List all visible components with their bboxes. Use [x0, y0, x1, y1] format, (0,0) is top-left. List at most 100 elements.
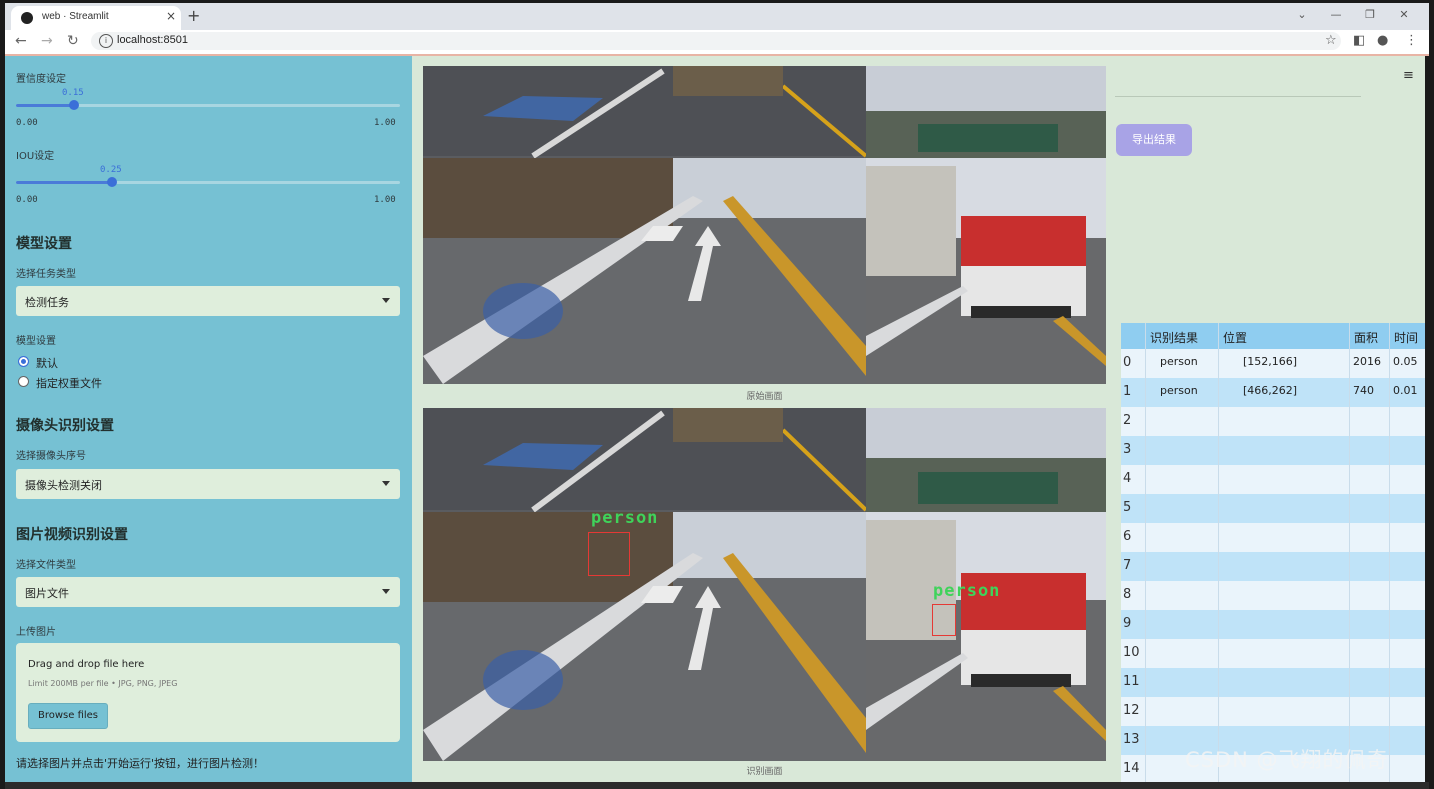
table-row[interactable]: 10 — [1121, 639, 1425, 668]
iou-slider[interactable] — [16, 177, 400, 187]
browser-tab[interactable]: web · Streamlit × — [11, 6, 181, 30]
table-row[interactable]: 1 person [466,262] 740 0.01 — [1121, 378, 1425, 407]
confidence-slider[interactable] — [16, 100, 400, 110]
file-dropzone[interactable]: Drag and drop file here Limit 200MB per … — [16, 643, 400, 742]
table-header: 识别结果 位置 面积 时间 — [1121, 323, 1425, 349]
original-caption: 原始画面 — [746, 392, 783, 402]
table-cell-time: 0.05 — [1393, 355, 1418, 368]
bookmark-star-icon[interactable]: ☆ — [1325, 33, 1337, 48]
radio-custom-weights-label: 指定权重文件 — [36, 377, 102, 390]
table-cell-result: person — [1146, 378, 1219, 407]
url-field[interactable]: i localhost:8501 — [91, 32, 1341, 50]
table-row[interactable]: 2 — [1121, 407, 1425, 436]
table-row[interactable]: 3 — [1121, 436, 1425, 465]
header-time[interactable]: 时间 — [1390, 323, 1425, 349]
detection-box-1 — [932, 604, 956, 636]
table-cell-area — [1350, 436, 1390, 465]
filetype-label: 选择文件类型 — [16, 560, 76, 571]
table-cell-area — [1350, 552, 1390, 581]
table-row[interactable]: 8 — [1121, 581, 1425, 610]
header-area[interactable]: 面积 — [1350, 323, 1390, 349]
export-results-button[interactable]: 导出结果 — [1116, 124, 1192, 156]
table-cell-time: 0.01 — [1393, 384, 1418, 397]
detected-caption: 识别画面 — [746, 767, 783, 777]
detected-road-scene — [423, 408, 1106, 761]
table-row[interactable]: 5 — [1121, 494, 1425, 523]
table-cell-pos — [1219, 523, 1350, 552]
browser-menu-icon[interactable]: ⋮ — [1405, 33, 1418, 48]
camera-select[interactable]: 摄像头检测关闭 — [16, 469, 400, 499]
restore-button[interactable]: ❐ — [1353, 8, 1387, 21]
tab-close-icon[interactable]: × — [166, 9, 176, 23]
table-cell-pos — [1219, 668, 1350, 697]
hamburger-menu-icon[interactable]: ≡ — [1403, 68, 1414, 83]
table-row[interactable]: 7 — [1121, 552, 1425, 581]
table-row[interactable]: 12 — [1121, 697, 1425, 726]
table-cell-result — [1146, 494, 1219, 523]
reload-icon[interactable]: ↻ — [67, 33, 79, 49]
filetype-select[interactable]: 图片文件 — [16, 577, 400, 607]
csdn-watermark: CSDN @飞翔的佩奇 — [1185, 748, 1389, 772]
back-arrow-icon[interactable]: ← — [15, 33, 27, 49]
confidence-label: 置信度设定 — [16, 74, 66, 85]
new-tab-button[interactable]: + — [187, 6, 200, 25]
table-row[interactable]: 11 — [1121, 668, 1425, 697]
profile-avatar-icon[interactable]: ● — [1377, 33, 1388, 48]
header-position[interactable]: 位置 — [1219, 323, 1350, 349]
url-text: localhost:8501 — [117, 34, 188, 46]
site-info-icon[interactable]: i — [99, 34, 113, 48]
confidence-slider-thumb[interactable] — [68, 100, 79, 110]
table-cell-result — [1146, 407, 1219, 436]
table-cell-idx: 6 — [1121, 523, 1146, 552]
header-result[interactable]: 识别结果 — [1146, 323, 1219, 349]
confidence-value: 0.15 — [62, 88, 84, 98]
table-cell-idx: 11 — [1121, 668, 1146, 697]
sidebar: 置信度设定 0.15 0.00 1.00 IOU设定 0.25 0.00 1.0… — [5, 56, 412, 782]
original-image — [423, 66, 1106, 384]
table-cell-time — [1390, 755, 1425, 782]
table-cell-area — [1350, 407, 1390, 436]
table-cell-idx: 8 — [1121, 581, 1146, 610]
table-cell-time — [1390, 552, 1425, 581]
detection-box-0 — [588, 532, 630, 576]
close-window-button[interactable]: ✕ — [1387, 8, 1421, 21]
camera-heading: 摄像头识别设置 — [16, 418, 114, 434]
taskbar-strip — [5, 782, 1429, 789]
tab-search-icon[interactable]: ⌄ — [1285, 8, 1319, 21]
table-cell-area — [1350, 465, 1390, 494]
results-table[interactable]: 识别结果 位置 面积 时间 0 person [152,166] 2016 0.05 1 p… — [1121, 323, 1425, 782]
task-label: 选择任务类型 — [16, 269, 76, 280]
browse-files-button[interactable]: Browse files — [28, 703, 108, 729]
table-row[interactable]: 9 — [1121, 610, 1425, 639]
chevron-down-icon — [382, 481, 390, 486]
table-cell-result — [1146, 610, 1219, 639]
upload-label: 上传图片 — [16, 627, 56, 638]
table-cell-idx: 2 — [1121, 407, 1146, 436]
media-heading: 图片视频识别设置 — [16, 527, 128, 543]
table-cell-idx: 9 — [1121, 610, 1146, 639]
table-row[interactable]: 0 person [152,166] 2016 0.05 — [1121, 349, 1425, 378]
forward-arrow-icon[interactable]: → — [41, 33, 53, 49]
table-cell-time — [1390, 465, 1425, 494]
table-cell-area — [1350, 697, 1390, 726]
minimize-button[interactable]: — — [1319, 8, 1353, 21]
side-panel-icon[interactable]: ◧ — [1353, 33, 1365, 48]
table-cell-pos — [1219, 494, 1350, 523]
confidence-slider-fill — [16, 104, 74, 107]
table-cell-result: person — [1146, 349, 1219, 378]
camera-label: 选择摄像头序号 — [16, 451, 86, 462]
table-row[interactable]: 4 — [1121, 465, 1425, 494]
table-row[interactable]: 6 — [1121, 523, 1425, 552]
iou-slider-thumb[interactable] — [107, 177, 117, 187]
table-cell-area — [1350, 668, 1390, 697]
table-cell-pos: [152,166] — [1219, 349, 1350, 378]
table-cell-idx: 1 — [1121, 378, 1146, 407]
task-select[interactable]: 检测任务 — [16, 286, 400, 316]
table-cell-time — [1390, 494, 1425, 523]
table-cell-result — [1146, 581, 1219, 610]
radio-selected-icon — [18, 356, 29, 367]
table-cell-result — [1146, 668, 1219, 697]
original-road-scene — [423, 66, 1106, 384]
table-cell-pos — [1219, 697, 1350, 726]
dropzone-title: Drag and drop file here — [28, 659, 145, 670]
